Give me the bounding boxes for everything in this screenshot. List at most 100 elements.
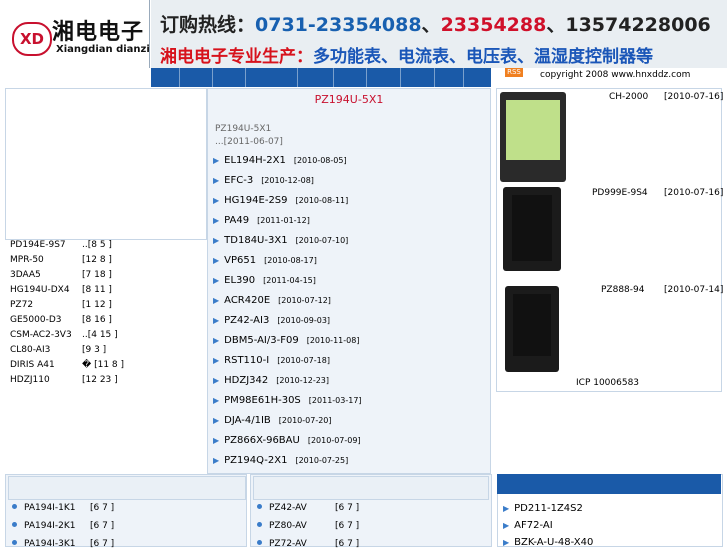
list-item[interactable]: 3DAA5 [7 18 ] [10, 270, 112, 280]
product-name[interactable]: PM98E61H-30S [224, 395, 301, 406]
hotline-label: 订购热线： [160, 14, 256, 36]
product-list-item[interactable]: ▶ PZ42-AI3 [2010-09-03] [213, 315, 330, 326]
nav-item-1[interactable] [179, 68, 210, 87]
logo-chinese-name: 湘电电子 [52, 20, 145, 45]
nav-item-6[interactable] [366, 68, 397, 87]
list-item[interactable]: PA194I-3K1 [6 7 ] [12, 539, 114, 549]
product-name[interactable]: DJA-4/1IB [224, 415, 271, 426]
product-list-item[interactable]: ▶ HG194E-2S9 [2010-08-11] [213, 195, 348, 206]
list-item[interactable]: PA194I-1K1 [6 7 ] [12, 503, 114, 513]
item-name[interactable]: 3DAA5 [10, 270, 82, 280]
nav-item-2[interactable] [212, 68, 243, 87]
icp-license[interactable]: ICP 10006583 [576, 378, 639, 388]
item-name[interactable]: CL80-AI3 [10, 345, 82, 355]
list-item[interactable]: PZ72-AV [6 7 ] [257, 539, 359, 549]
list-item[interactable]: PZ42-AV [6 7 ] [257, 503, 359, 513]
product-name[interactable]: DBM5-AI/3-F09 [224, 335, 299, 346]
list-item[interactable]: GE5000-D3 [8 16 ] [10, 315, 112, 325]
product-name[interactable]: ACR420E [224, 295, 270, 306]
list-item[interactable]: ▶ PD211-1Z4S2 [503, 503, 583, 514]
product-name[interactable]: EL194H-2X1 [224, 155, 286, 166]
nav-item-5[interactable] [333, 68, 364, 87]
list-item[interactable]: CL80-AI3 [9 3 ] [10, 345, 106, 355]
item-name[interactable]: BZK-A-U-48-X40 [514, 537, 593, 548]
product-name[interactable]: PA49 [224, 215, 249, 226]
product-name[interactable]: EL390 [224, 275, 255, 286]
item-name[interactable]: PZ42-AV [269, 503, 335, 513]
list-item[interactable]: ▶ BZK-A-U-48-X40 [503, 537, 593, 548]
product-name[interactable]: TD184U-3X1 [224, 235, 287, 246]
list-item[interactable]: PD194E-9S7 ..[8 5 ] [10, 240, 112, 250]
item-name[interactable]: CSM-AC2-3V3 [10, 330, 82, 340]
product-list-item[interactable]: ▶ VP651 [2010-08-17] [213, 255, 317, 266]
product-list-item[interactable]: ▶ RST110-I [2010-07-18] [213, 355, 330, 366]
item-name[interactable]: PD211-1Z4S2 [514, 503, 583, 514]
item-name[interactable]: HDZJ110 [10, 375, 82, 385]
item-name[interactable]: PD194E-9S7 [10, 240, 82, 250]
featured-product-title[interactable]: PZ194U-5X1 [207, 93, 491, 106]
product-list-item[interactable]: ▶ TD184U-3X1 [2010-07-10] [213, 235, 348, 246]
product-name[interactable]: CH-2000 [609, 92, 648, 102]
item-name[interactable]: PA194I-3K1 [24, 539, 90, 549]
product-list-item[interactable]: ▶ DJA-4/1IB [2010-07-20] [213, 415, 332, 426]
list-item[interactable]: MPR-50 [12 8 ] [10, 255, 112, 265]
list-item[interactable]: HDZJ110 [12 23 ] [10, 375, 118, 385]
product-list-item[interactable]: ▶ EL390 [2011-04-15] [213, 275, 316, 286]
list-item[interactable]: PZ72 [1 12 ] [10, 300, 112, 310]
item-count: � [11 8 ] [82, 360, 125, 370]
item-name[interactable]: PZ72 [10, 300, 82, 310]
nav-item-7[interactable] [400, 68, 431, 87]
nav-item-8[interactable] [434, 68, 465, 87]
item-name[interactable]: PZ80-AV [269, 521, 335, 531]
product-date: [2010-07-16] [664, 92, 724, 102]
product-list-item[interactable]: ▶ DBM5-AI/3-F09 [2010-11-08] [213, 335, 359, 346]
triangle-bullet-icon: ▶ [503, 538, 510, 547]
product-name[interactable]: PZ42-AI3 [224, 315, 269, 326]
nav-item-3[interactable] [245, 68, 276, 87]
product-date: [2010-08-11] [295, 196, 349, 205]
featured-product-date: ...[2011-06-07] [215, 137, 283, 147]
product-name[interactable]: PD999E-9S4 [592, 188, 648, 198]
item-name[interactable]: GE5000-D3 [10, 315, 82, 325]
list-item[interactable]: ▶ AF72-AI [503, 520, 553, 531]
item-name[interactable]: MPR-50 [10, 255, 82, 265]
featured-product-name[interactable]: PZ194U-5X1 [215, 124, 271, 134]
product-name[interactable]: HDZJ342 [224, 375, 268, 386]
product-date: [2010-07-20] [278, 416, 332, 425]
product-list-item[interactable]: ▶ PA49 [2011-01-12] [213, 215, 310, 226]
list-item[interactable]: CSM-AC2-3V3 ..[4 15 ] [10, 330, 118, 340]
product-name[interactable]: EFC-3 [224, 175, 253, 186]
product-name[interactable]: PZ866X-96BAU [224, 435, 300, 446]
item-name[interactable]: PA194I-1K1 [24, 503, 90, 513]
nav-item-9[interactable] [463, 68, 494, 87]
logo-mark: XD [12, 22, 52, 56]
product-list-item[interactable]: ▶ HDZJ342 [2010-12-23] [213, 375, 329, 386]
item-name[interactable]: PA194I-2K1 [24, 521, 90, 531]
product-name[interactable]: HG194E-2S9 [224, 195, 287, 206]
list-item[interactable]: PZ80-AV [6 7 ] [257, 521, 359, 531]
item-count: [12 23 ] [82, 375, 118, 385]
nav-item-4[interactable] [297, 68, 328, 87]
item-name[interactable]: PZ72-AV [269, 539, 335, 549]
product-list-item[interactable]: ▶ EFC-3 [2010-12-08] [213, 175, 314, 186]
item-name[interactable]: HG194U-DX4 [10, 285, 82, 295]
rss-icon[interactable]: RSS [505, 68, 523, 77]
product-list-item[interactable]: ▶ PZ866X-96BAU [2010-07-09] [213, 435, 361, 446]
item-count: [6 7 ] [90, 539, 115, 549]
item-name[interactable]: AF72-AI [514, 520, 553, 531]
product-name[interactable]: PZ888-94 [601, 285, 644, 295]
product-name[interactable]: RST110-I [224, 355, 269, 366]
product-list-item[interactable]: ▶ ACR420E [2010-07-12] [213, 295, 331, 306]
bullet-icon [257, 540, 262, 545]
list-item[interactable]: HG194U-DX4 [8 11 ] [10, 285, 112, 295]
list-item[interactable]: DIRIS A41 � [11 8 ] [10, 360, 124, 370]
product-list-item[interactable]: ▶ PM98E61H-30S [2011-03-17] [213, 395, 362, 406]
triangle-bullet-icon: ▶ [213, 376, 220, 385]
product-list-item[interactable]: ▶ PZ194Q-2X1 [2010-07-25] [213, 455, 348, 466]
product-name[interactable]: VP651 [224, 255, 256, 266]
triangle-bullet-icon: ▶ [213, 296, 220, 305]
item-name[interactable]: DIRIS A41 [10, 360, 82, 370]
product-name[interactable]: PZ194Q-2X1 [224, 455, 287, 466]
product-list-item[interactable]: ▶ EL194H-2X1 [2010-08-05] [213, 155, 347, 166]
list-item[interactable]: PA194I-2K1 [6 7 ] [12, 521, 114, 531]
